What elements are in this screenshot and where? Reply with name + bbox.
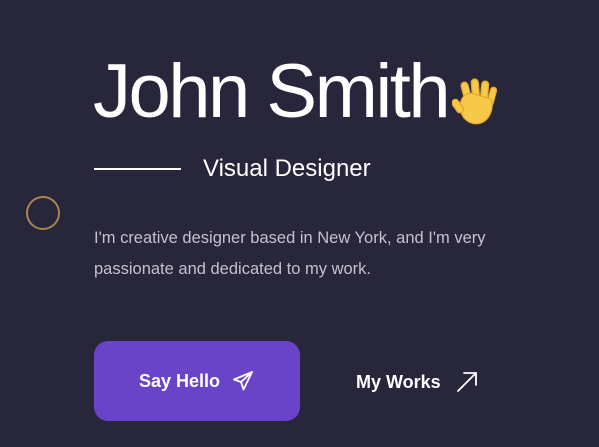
arrow-up-right-icon	[455, 370, 479, 394]
role-row: Visual Designer	[94, 152, 371, 186]
waving-hand-icon	[451, 76, 500, 126]
say-hello-button[interactable]: Say Hello	[94, 341, 300, 421]
role-divider	[94, 168, 181, 170]
my-works-label: My Works	[356, 371, 441, 392]
send-icon	[231, 369, 255, 393]
hero-name: John Smith	[93, 49, 451, 134]
say-hello-label: Say Hello	[138, 370, 221, 391]
bio-text: I'm creative designer based in New York,…	[94, 229, 486, 278]
role-title: Visual Designer	[203, 155, 371, 182]
my-works-link[interactable]: My Works	[356, 364, 479, 400]
hero-section: John Smith Visual Designer I'm creative …	[0, 0, 599, 447]
name-heading-row: John Smith	[93, 50, 500, 134]
decorative-circle-icon	[26, 196, 60, 230]
